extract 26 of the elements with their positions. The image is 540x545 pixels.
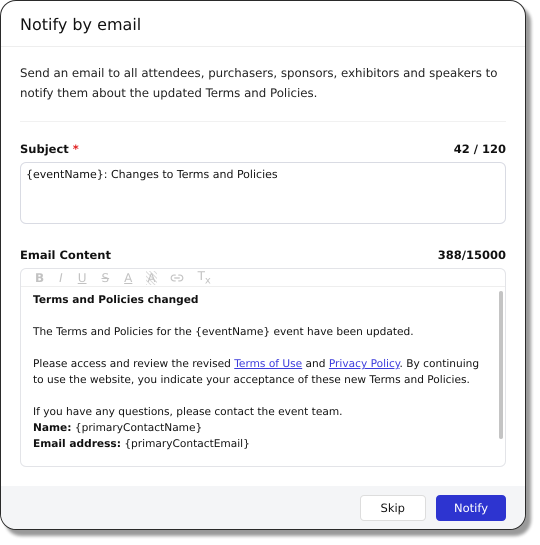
strike-tool[interactable]: S (100, 270, 110, 285)
text-line: Name: {primaryContactName} (33, 421, 204, 436)
email-editor[interactable] (20, 268, 506, 467)
skip-button[interactable]: Skip (360, 494, 426, 520)
highlight-tool[interactable]: A (146, 270, 157, 285)
paragraph: The Terms and Policies for the {eventName} event have been updated. (33, 325, 415, 340)
character-counter: 42 / 120 (454, 142, 506, 156)
bold-tool[interactable]: B (34, 270, 46, 285)
link[interactable]: Privacy Policy (328, 358, 400, 370)
paragraph: Please access and review the revised Terms of Use and Privacy Policy. By continuing to use the website, you indicate your acceptance of these new Terms and Policies. (33, 357, 480, 388)
email-heading: Terms and Policies changed (33, 293, 200, 308)
subject-field[interactable]: {eventName}: Changes to Terms and Policies (20, 162, 506, 224)
link[interactable]: Terms of Use (234, 358, 302, 370)
notify-button[interactable]: Notify (436, 494, 506, 520)
font-color-tool[interactable]: A (123, 270, 134, 285)
text-line: If you have any questions, please contact the event team. (33, 405, 344, 420)
underline-tool[interactable]: U (76, 270, 88, 285)
scrollbar[interactable] (499, 291, 503, 440)
field-label: Email Content (20, 248, 111, 262)
field-label: Subject * (20, 142, 79, 156)
dialog-title: Notify by email (20, 15, 142, 34)
description: Send an email to all attendees, purchasers, sponsors, exhibitors and speakers to notify them about the updated Terms and Policies. (20, 47, 506, 122)
italic-tool[interactable]: I (58, 270, 64, 285)
text-line: Email address: {primaryContactEmail} (33, 437, 251, 452)
clear-tool[interactable]: T$_{x}$ (196, 269, 212, 286)
character-counter: 388/15000 (438, 248, 506, 262)
